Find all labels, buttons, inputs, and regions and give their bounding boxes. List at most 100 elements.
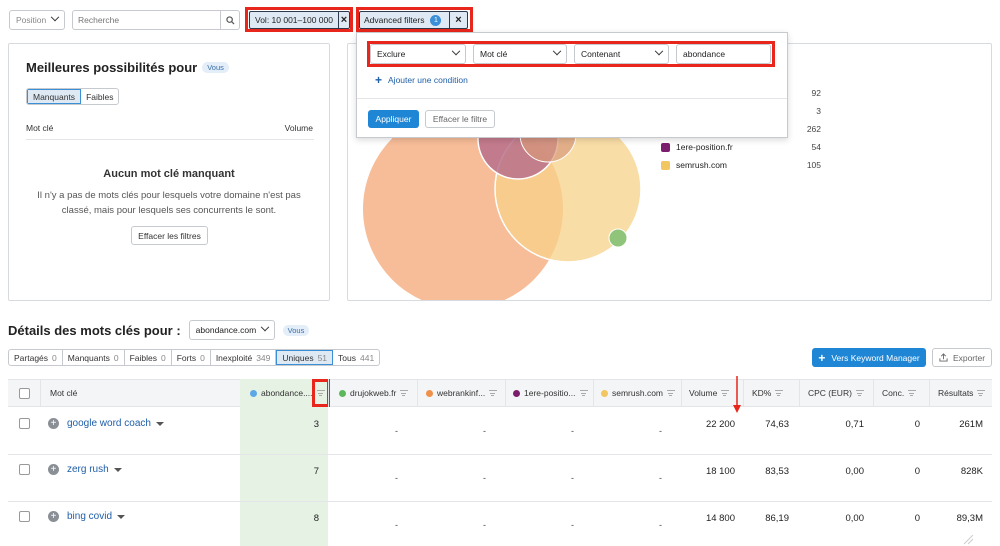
table-row-keyword[interactable]: + bing covid [48,511,126,522]
search-input[interactable] [72,10,220,30]
clear-filters-button[interactable]: Effacer les filtres [131,226,208,245]
domain-select[interactable]: abondance.com [188,320,275,340]
divider [799,379,800,407]
col-keyword-header: Mot clé [26,123,54,133]
add-condition-link[interactable]: + Ajouter une condition [375,73,468,87]
table-row-keyword[interactable]: + zerg rush [48,464,122,475]
legend-label: 1ere-position.fr [676,142,733,152]
rank-webrankinfo: - [483,426,486,436]
rank-drujokweb: - [395,520,398,530]
caret-down-icon[interactable] [113,467,122,472]
checkbox-icon[interactable] [661,142,670,152]
header-kd[interactable]: KD% [752,379,784,407]
checkbox-icon[interactable] [661,160,670,170]
header-1ere-position[interactable]: 1ere-positio... [513,379,593,407]
header-semrush[interactable]: semrush.com [601,379,681,407]
position-select[interactable]: Position [9,10,65,30]
add-icon[interactable]: + [48,511,59,522]
details-title: Détails des mots clés pour : [8,322,181,338]
keyword-link[interactable]: zerg rush [67,464,109,475]
divider [328,379,329,407]
select-all-checkbox[interactable] [19,388,30,399]
sort-icon [489,389,498,397]
header-label: Résultats [938,388,974,398]
domain-select-label: abondance.com [195,325,257,335]
sort-icon [977,389,986,397]
conc-value: 0 [914,513,920,524]
export-button[interactable]: Exporter [932,348,992,367]
row-divider [8,501,992,502]
tab-weak[interactable]: Faibles 0 [125,350,172,365]
header-label: drujokweb.fr [350,388,397,398]
header-webrankinfo[interactable]: webrankinf... [426,379,506,407]
keyword-link[interactable]: google word coach [67,418,151,429]
series-dot [426,389,433,397]
tab-unique[interactable]: Uniques 51 [276,350,334,365]
header-label: Conc. [882,388,905,398]
header-volume[interactable]: Volume [689,379,730,407]
you-badge: Vous [202,62,229,73]
sort-icon [721,389,730,397]
header-cpc[interactable]: CPC (EUR) [808,379,864,407]
divider [417,379,418,407]
sort-icon [667,389,676,397]
tab-untapped[interactable]: Inexploité 349 [211,350,277,365]
venn-circle-drujokweb [608,228,628,248]
divider [40,379,41,407]
keyword-link[interactable]: bing covid [67,511,112,522]
divider [357,98,787,99]
search-button[interactable] [220,10,240,30]
plus-icon: + [818,350,826,365]
best-opportunities-card: Meilleures possibilités pour Vous Manqua… [8,43,330,301]
series-dot [513,389,520,397]
tab-missing[interactable]: Manquants [27,89,82,104]
kd-value: 74,63 [765,419,789,430]
arrow-down-icon [733,376,741,413]
header-results[interactable]: Résultats [938,379,986,407]
rank-abondance: 3 [313,419,319,430]
add-icon[interactable]: + [48,418,59,429]
tab-all[interactable]: Tous 441 [333,350,379,365]
resize-handle-icon[interactable] [960,535,974,545]
divider [681,379,682,407]
legend-item[interactable]: 1ere-position.fr 54 [661,142,821,152]
legend-item[interactable]: semrush.com 105 [661,160,821,170]
details-header: Détails des mots clés pour : abondance.c… [8,320,310,340]
rank-1ere-position: - [571,473,574,483]
highlight-box [367,41,775,67]
opportunities-tabs: Manquants Faibles [26,88,120,105]
header-drujokweb[interactable]: drujokweb.fr [339,379,419,407]
tab-strong[interactable]: Forts 0 [172,350,211,365]
tab-weak[interactable]: Faibles [81,89,118,104]
rank-webrankinfo: - [483,520,486,530]
header-label: abondance.... [261,388,313,398]
row-checkbox[interactable] [19,418,30,429]
cpc-value: 0,00 [845,466,865,477]
series-dot [601,389,608,397]
header-label: semrush.com [612,388,664,398]
divider [593,379,594,407]
divider [873,379,874,407]
row-checkbox[interactable] [19,464,30,475]
rank-1ere-position: - [571,426,574,436]
empty-text: Il n'y a pas de mots clés pour lesquels … [37,190,301,216]
rank-drujokweb: - [395,473,398,483]
rank-webrankinfo: - [483,473,486,483]
clear-filter-button[interactable]: Effacer le filtre [425,110,495,128]
sort-icon [579,389,588,397]
sort-icon [908,389,917,397]
add-icon[interactable]: + [48,464,59,475]
cpc-value: 0,71 [845,419,865,430]
header-keyword[interactable]: Mot clé [50,379,77,407]
keyword-manager-button[interactable]: + Vers Keyword Manager [812,348,926,367]
header-label: Volume [689,388,718,398]
tab-shared[interactable]: Partagés 0 [9,350,63,365]
table-row-keyword[interactable]: + google word coach [48,418,164,429]
caret-down-icon[interactable] [155,421,164,426]
row-checkbox[interactable] [19,511,30,522]
caret-down-icon[interactable] [117,514,126,519]
apply-button[interactable]: Appliquer [368,110,419,128]
tab-missing[interactable]: Manquants 0 [63,350,125,365]
rank-drujokweb: - [395,426,398,436]
header-conc[interactable]: Conc. [882,379,917,407]
